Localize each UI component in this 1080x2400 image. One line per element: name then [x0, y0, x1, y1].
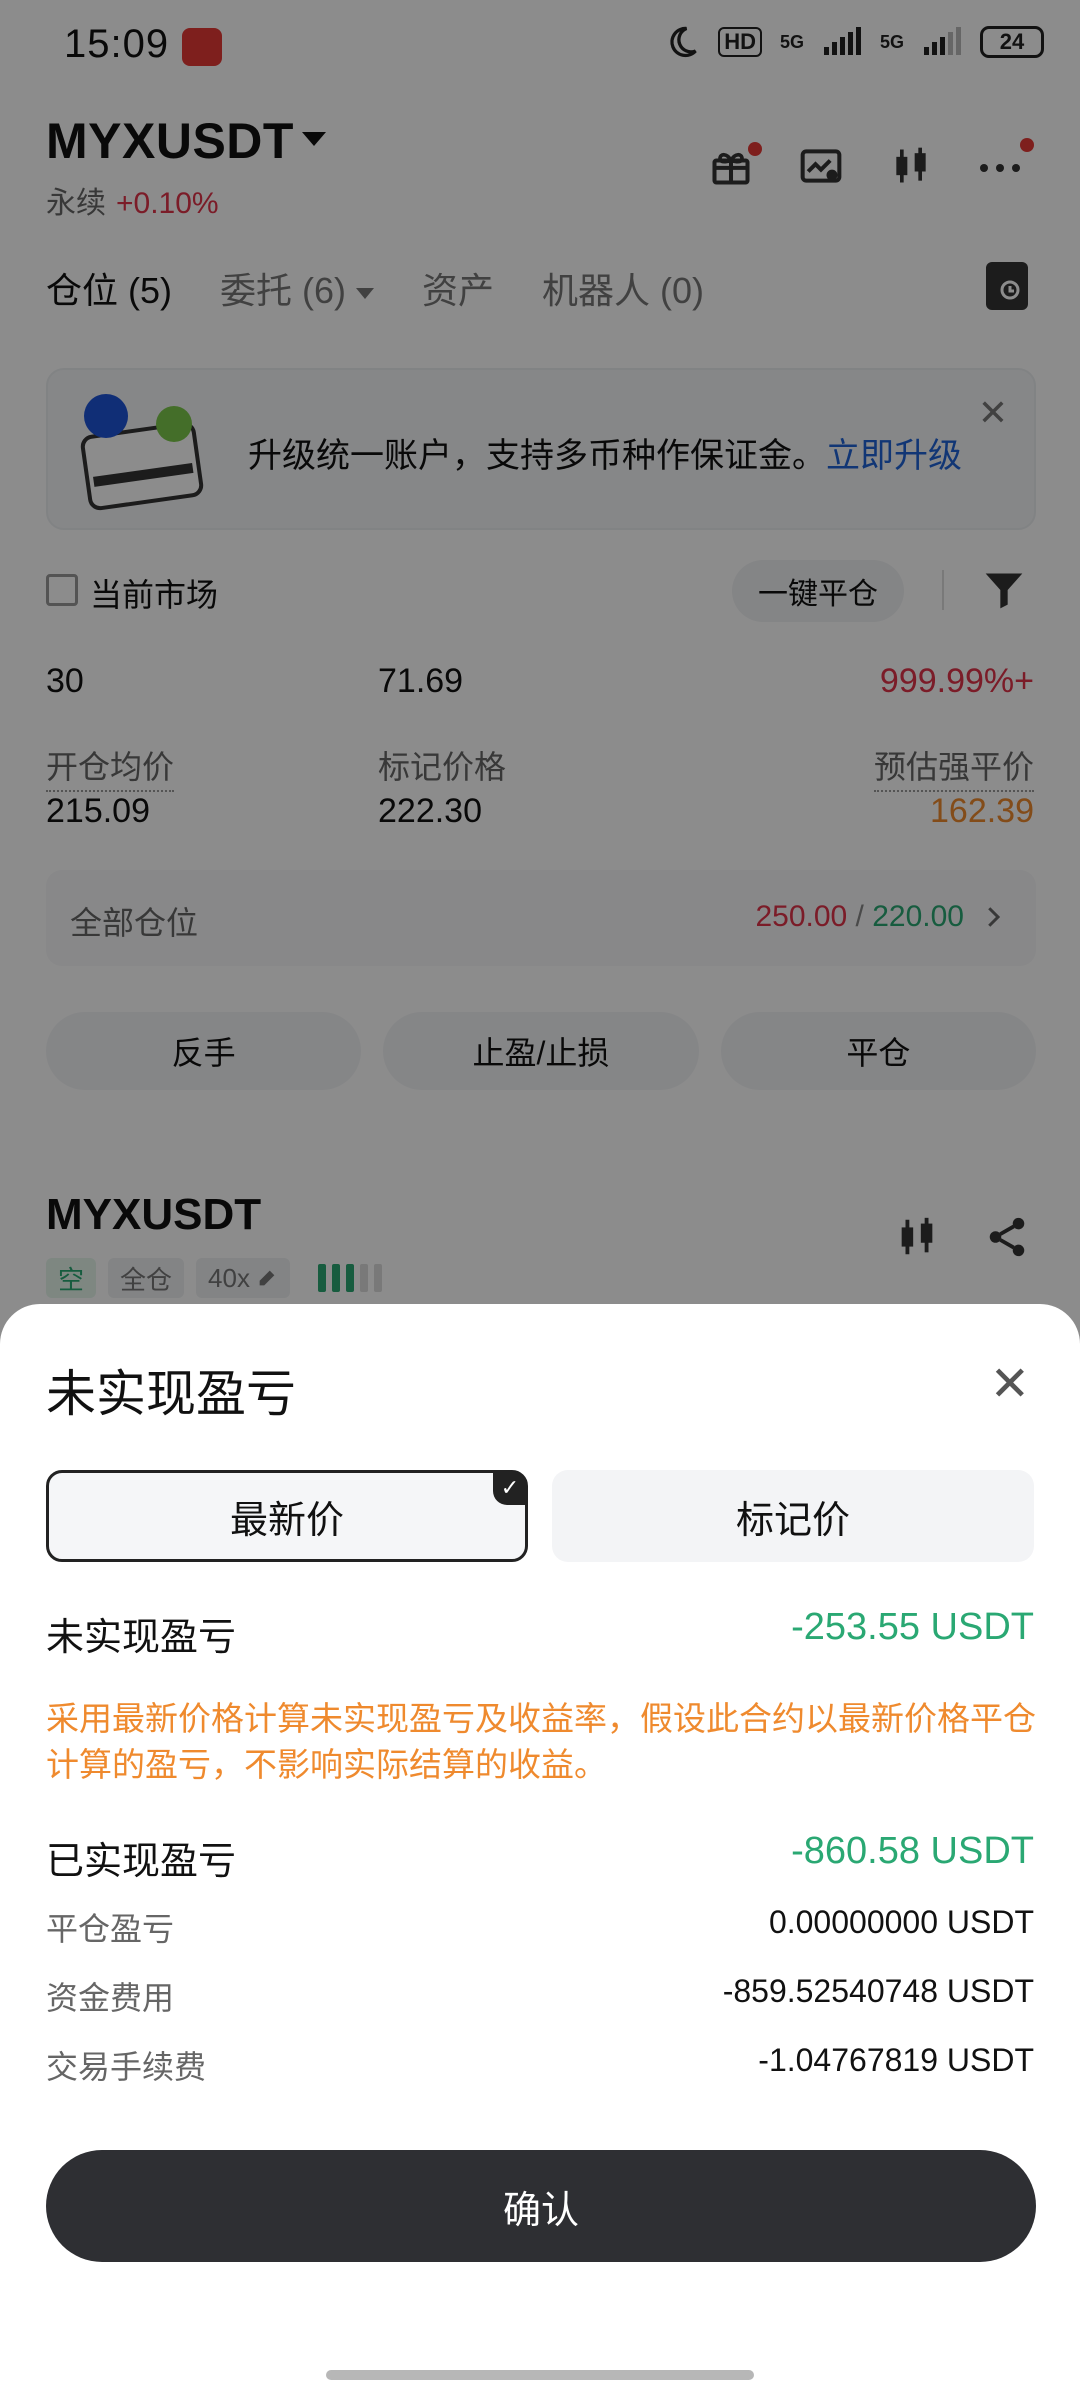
sheet-title: 未实现盈亏 [46, 1366, 296, 1422]
realized-pnl-value: -860.58 USDT [791, 1830, 1034, 1872]
sheet-close-icon[interactable]: ✕ [990, 1356, 1030, 1412]
realized-pnl-label: 已实现盈亏 [46, 1841, 237, 1883]
segment-last-price-label: 最新价 [229, 1499, 344, 1542]
unrealized-pnl-label: 未实现盈亏 [46, 1617, 237, 1659]
trading-fee-value: -1.04767819 USDT [758, 2042, 1034, 2078]
funding-fee-value: -859.52540748 USDT [722, 1973, 1034, 2009]
funding-fee-label: 资金费用 [46, 1980, 175, 2016]
trading-fee-label: 交易手续费 [46, 2049, 207, 2085]
unrealized-pnl-value: -253.55 USDT [791, 1606, 1034, 1648]
calculation-note: 采用最新价格计算未实现盈亏及收益率，假设此合约以最新价格平仓计算的盈亏，不影响实… [46, 1700, 1036, 1783]
check-icon: ✓ [493, 1471, 527, 1505]
close-pnl-value: 0.00000000 USDT [768, 1904, 1034, 1940]
confirm-button[interactable]: 确认 [46, 2150, 1036, 2262]
segment-mark-price[interactable]: 标记价 [552, 1470, 1034, 1562]
unrealized-pnl-sheet: 未实现盈亏 ✕ 最新价 ✓ 标记价 未实现盈亏 -253.55 USDT 采用最… [0, 1304, 1080, 2400]
close-pnl-label: 平仓盈亏 [46, 1911, 175, 1947]
home-indicator[interactable] [326, 2370, 754, 2380]
segment-last-price[interactable]: 最新价 ✓ [46, 1470, 528, 1562]
